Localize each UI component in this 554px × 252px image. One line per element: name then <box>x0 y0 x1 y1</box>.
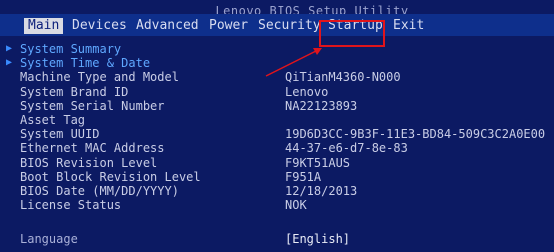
info-row-brand-id: System Brand ID Lenovo <box>6 85 554 99</box>
info-row-bios-date: BIOS Date (MM/DD/YYYY) 12/18/2013 <box>6 184 554 198</box>
info-value: F951A <box>285 169 322 184</box>
info-label: System UUID <box>20 127 100 142</box>
info-row-asset-tag: Asset Tag <box>6 113 554 127</box>
info-label: BIOS Date (MM/DD/YYYY) <box>20 183 179 198</box>
info-value: F9KT51AUS <box>285 155 351 170</box>
language-value-text: [English] <box>285 232 351 246</box>
info-label: Ethernet MAC Address <box>20 141 165 156</box>
info-label: License Status <box>20 198 122 213</box>
info-label: System Brand ID <box>20 84 129 99</box>
info-value: NA22123893 <box>285 98 358 113</box>
submenu-label: System Summary <box>20 42 122 56</box>
info-row-serial-number: System Serial Number NA22123893 <box>6 99 554 113</box>
info-value: 19D6D3CC-9B3F-11E3-BD84-509C3C2A0E00 <box>285 127 546 142</box>
info-value: QiTianM4360-N000 <box>285 70 401 85</box>
info-row-boot-block: Boot Block Revision Level F951A <box>6 170 554 184</box>
info-value: Lenovo <box>285 84 329 99</box>
submenu-label: System Time & Date <box>20 56 151 71</box>
info-label: Boot Block Revision Level <box>20 169 201 184</box>
language-label: Language <box>20 232 78 246</box>
info-row-license-status: License Status NOK <box>6 198 554 212</box>
info-value: 12/18/2013 <box>285 183 358 198</box>
info-row-machine-type: Machine Type and Model QiTianM4360-N000 <box>6 70 554 84</box>
triangle-right-icon: ▶ <box>6 57 13 69</box>
triangle-right-icon: ▶ <box>6 43 13 54</box>
info-label: System Serial Number <box>20 98 165 113</box>
info-row-bios-revision: BIOS Revision Level F9KT51AUS <box>6 156 554 170</box>
submenu-system-summary[interactable]: ▶ System Summary <box>6 42 554 56</box>
main-panel: ▶ System Summary ▶ System Time & Date Ma… <box>6 42 554 212</box>
info-value: NOK <box>285 198 307 213</box>
language-setting[interactable]: Language [English] <box>20 232 550 246</box>
info-value: 44-37-e6-d7-8e-83 <box>285 141 408 156</box>
info-label: Machine Type and Model <box>20 70 179 85</box>
info-row-uuid: System UUID 19D6D3CC-9B3F-11E3-BD84-509C… <box>6 127 554 141</box>
language-value[interactable]: [English] <box>285 232 350 246</box>
submenu-system-time-date[interactable]: ▶ System Time & Date <box>6 56 554 70</box>
info-label: Asset Tag <box>20 112 86 127</box>
info-label: BIOS Revision Level <box>20 155 158 170</box>
info-row-mac-address: Ethernet MAC Address 44-37-e6-d7-8e-83 <box>6 141 554 155</box>
